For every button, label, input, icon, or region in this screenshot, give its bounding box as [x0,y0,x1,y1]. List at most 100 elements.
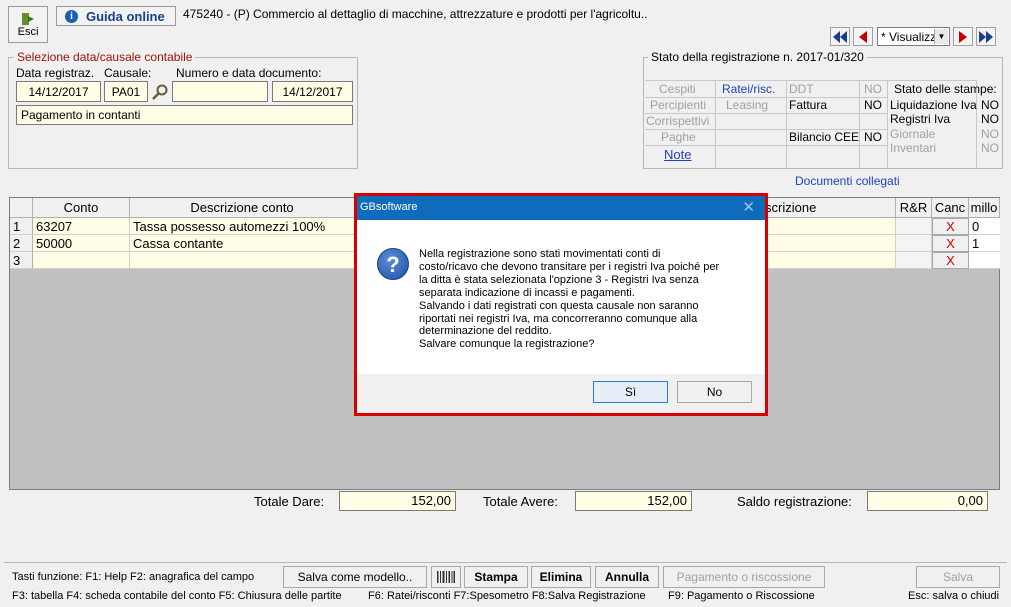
causal-field[interactable]: PA01 [104,81,148,102]
inventari-flag: NO [981,141,999,155]
payment-button[interactable]: Pagamento o riscossione [663,566,825,588]
save-button[interactable]: Salva [916,566,1000,588]
bilancio-label: Bilancio CEE [789,130,860,144]
message-line: Salvare comunque la registrazione? [419,338,595,351]
saldo-value: 0,00 [867,491,988,511]
ddt-label: DDT [789,82,814,96]
delete-icon: X [946,219,955,234]
fattura-label: Fattura [789,98,828,112]
exit-icon [22,12,34,25]
description-field[interactable]: Pagamento in contanti [16,105,353,125]
row-millo[interactable]: 0 [969,218,1000,235]
row-conto[interactable]: 50000 [33,235,130,252]
view-select-value: * Visualizz [881,29,937,44]
grid-header-descr: Descrizione conto [130,198,355,218]
row-rr[interactable] [896,252,932,269]
dialog-message: Nella registrazione sono stati movimenta… [419,248,759,351]
row-cancel-button[interactable]: X [932,235,969,252]
barcode-icon [437,571,455,583]
cancel-button[interactable]: Annulla [595,566,659,588]
dialog-titlebar: GBsoftware ✕ [357,196,765,220]
row-number: 1 [10,218,33,235]
liq-iva-flag: NO [981,98,999,112]
first-icon [833,30,847,43]
search-icon[interactable] [151,83,169,101]
exit-label: Esci [17,25,39,38]
paghe-label: Paghe [661,130,696,144]
dialog-title: GBsoftware [360,201,418,213]
guide-online-label: Guida online [86,8,165,24]
prints-title: Stato delle stampe: [894,82,997,96]
print-button[interactable]: Stampa [464,566,528,588]
function-keys-line2: F3: tabella F4: scheda contabile del con… [12,590,342,602]
percipienti-label: Percipienti [650,98,707,112]
message-line: riportati nei registri Iva, ma concorrer… [419,312,698,325]
corrispettivi-label: Corrispettivi [646,114,710,128]
message-line: la ditta è stata selezionata l'opzione 3… [419,273,699,286]
next-record-button[interactable] [953,27,973,46]
date-field[interactable]: 14/12/2017 [16,81,101,102]
fattura-flag: NO [864,98,882,112]
total-dare-label: Totale Dare: [254,494,325,509]
ratei-link[interactable]: Ratei/risc. [722,82,775,96]
row-conto[interactable] [33,252,130,269]
total-avere-label: Totale Avere: [483,494,558,509]
previous-icon [859,30,867,43]
grid-header-rownum [10,198,33,218]
confirm-dialog: GBsoftware ✕ ? Nella registrazione sono … [354,193,768,416]
guide-online-button[interactable]: i Guida online [56,6,176,26]
message-line: Nella registrazione sono stati movimenta… [419,248,661,260]
note-link[interactable]: Note [664,147,691,162]
company-title: 475240 - (P) Commercio al dettaglio di m… [183,7,648,21]
barcode-button[interactable] [431,566,461,588]
view-select[interactable]: * Visualizz ▼ [877,27,950,46]
chevron-down-icon: ▼ [934,29,948,44]
row-number: 3 [10,252,33,269]
liq-iva-label: Liquidazione Iva [890,98,977,112]
save-model-button[interactable]: Salva come modello.. [283,566,427,588]
function-keys-line1: Tasti funzione: F1: Help F2: anagrafica … [12,571,255,583]
reg-iva-label: Registri Iva [890,112,951,126]
causal-label: Causale: [104,66,152,80]
grid-header-millo: millo [969,198,1000,218]
function-keys-line4: F9: Pagamento o Riscossione [668,590,815,602]
row-rr[interactable] [896,218,932,235]
row-millo[interactable]: 1 [969,235,1000,252]
delete-icon: X [946,253,955,268]
function-keys-line5: Esc: salva o chiudi [908,590,1000,602]
first-record-button[interactable] [830,27,850,46]
leasing-label: Leasing [726,98,769,112]
giornale-flag: NO [981,127,999,141]
row-rr[interactable] [896,235,932,252]
row-millo[interactable] [969,252,1000,269]
row-cancel-button[interactable]: X [932,218,969,235]
row-cancel-button[interactable]: X [932,252,969,269]
documents-link[interactable]: Documenti collegati [795,174,900,188]
question-icon: ? [377,248,409,280]
last-record-button[interactable] [976,27,996,46]
message-line: determinazione del reddito. [419,325,552,338]
dialog-body: ? Nella registrazione sono stati movimen… [357,220,765,374]
close-icon[interactable]: ✕ [742,198,755,216]
date-label: Data registraz. [16,66,95,80]
total-dare-value: 152,00 [339,491,456,511]
saldo-label: Saldo registrazione: [737,494,852,509]
row-conto[interactable]: 63207 [33,218,130,235]
docdate-field[interactable]: 14/12/2017 [272,81,353,102]
cespiti-label: Cespiti [659,82,696,96]
delete-icon: X [946,236,955,251]
ddt-flag: NO [864,82,882,96]
total-avere-value: 152,00 [575,491,692,511]
yes-button[interactable]: Sì [593,381,668,403]
last-icon [979,30,993,43]
selection-group-title: Selezione data/causale contabile [14,50,196,64]
inventari-label: Inventari [890,141,937,155]
exit-button[interactable]: Esci [8,6,48,43]
delete-button[interactable]: Elimina [531,566,591,588]
previous-record-button[interactable] [853,27,873,46]
giornale-label: Giornale [890,127,936,141]
docnum-field[interactable] [172,81,268,102]
reg-iva-flag: NO [981,112,999,126]
status-group-title: Stato della registrazione n. 2017-01/320 [648,50,867,64]
no-button[interactable]: No [677,381,752,403]
